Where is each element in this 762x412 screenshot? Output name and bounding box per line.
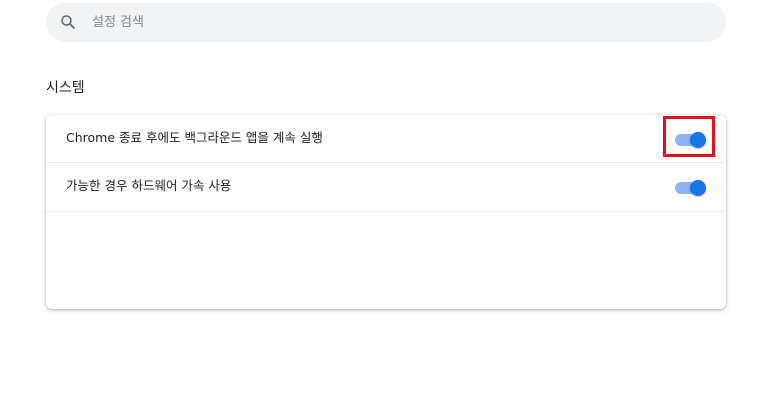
toggle-knob xyxy=(690,132,706,148)
search-bar[interactable] xyxy=(46,2,726,42)
hardware-acceleration-toggle[interactable] xyxy=(673,179,707,196)
background-apps-toggle[interactable] xyxy=(673,131,707,148)
toggle-knob xyxy=(690,180,706,196)
setting-row-background-apps[interactable]: Chrome 종료 후에도 백그라운드 앱을 계속 실행 xyxy=(46,115,726,163)
settings-card: Chrome 종료 후에도 백그라운드 앱을 계속 실행 가능한 경우 하드웨어… xyxy=(46,115,726,309)
search-icon xyxy=(59,13,77,31)
setting-label-hardware-acceleration: 가능한 경우 하드웨어 가속 사용 xyxy=(66,178,232,193)
search-input[interactable] xyxy=(92,2,692,42)
setting-label-background-apps: Chrome 종료 후에도 백그라운드 앱을 계속 실행 xyxy=(66,130,323,145)
section-title: 시스템 xyxy=(46,80,85,96)
setting-row-hardware-acceleration[interactable]: 가능한 경우 하드웨어 가속 사용 xyxy=(46,163,726,212)
